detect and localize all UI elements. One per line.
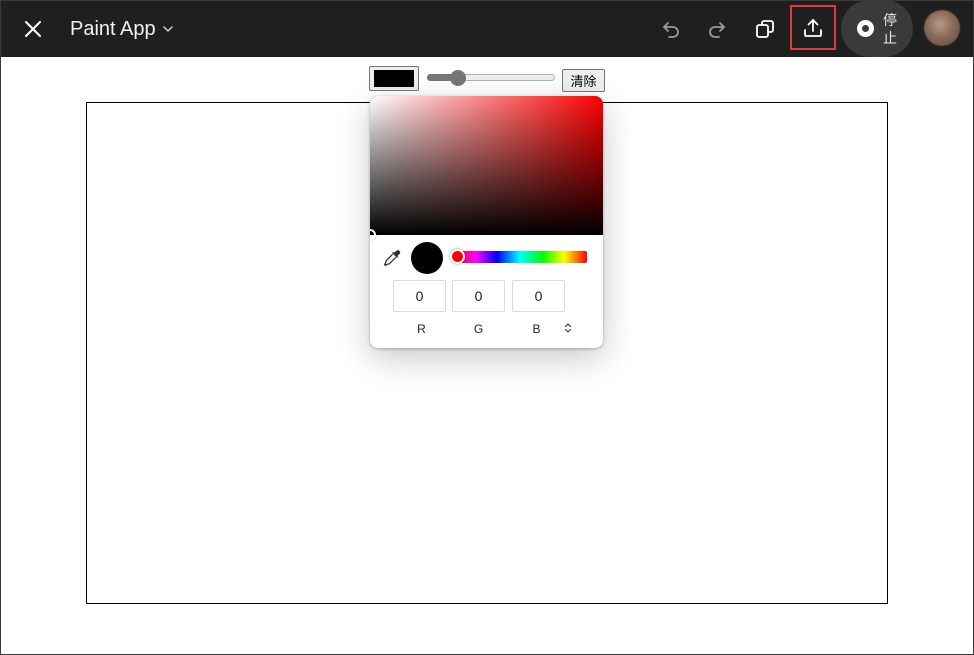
share-button[interactable] bbox=[790, 5, 836, 50]
green-input[interactable] bbox=[452, 280, 505, 312]
hue-slider-thumb[interactable] bbox=[450, 249, 465, 264]
blue-label: B bbox=[532, 322, 541, 336]
clear-button[interactable]: 清除 bbox=[562, 69, 605, 92]
chevron-down-icon bbox=[162, 26, 173, 32]
stop-recording-button[interactable]: 停止 bbox=[841, 0, 913, 57]
eyedropper-icon bbox=[383, 250, 401, 267]
red-label: R bbox=[417, 322, 426, 336]
share-icon bbox=[804, 18, 822, 37]
avatar[interactable] bbox=[924, 10, 960, 46]
saturation-handle[interactable] bbox=[370, 229, 376, 241]
redo-button[interactable] bbox=[700, 12, 734, 46]
up-down-chevron-icon bbox=[564, 323, 572, 333]
color-mode-toggle[interactable] bbox=[562, 321, 574, 335]
undo-icon bbox=[663, 22, 679, 38]
slider-thumb[interactable] bbox=[450, 70, 466, 86]
copy-icon bbox=[756, 20, 774, 38]
app-title-dropdown[interactable]: Paint App bbox=[70, 16, 174, 42]
redo-icon bbox=[709, 22, 725, 38]
selected-color-preview bbox=[411, 242, 443, 274]
hue-slider[interactable] bbox=[453, 251, 587, 263]
saturation-value-area[interactable] bbox=[370, 96, 603, 241]
app-title: Paint App bbox=[70, 17, 156, 40]
red-input[interactable] bbox=[393, 280, 446, 312]
color-picker-button[interactable] bbox=[369, 66, 419, 91]
app-header-bar: Paint App 停止 bbox=[0, 0, 974, 57]
close-button[interactable] bbox=[19, 15, 47, 43]
green-label: G bbox=[473, 322, 484, 336]
close-icon bbox=[25, 21, 41, 37]
stop-record-icon bbox=[857, 20, 874, 37]
blue-input[interactable] bbox=[512, 280, 565, 312]
brush-size-slider[interactable] bbox=[427, 70, 555, 86]
color-picker-popup: R G B bbox=[370, 96, 603, 348]
eyedropper-button[interactable] bbox=[382, 248, 402, 268]
copy-button[interactable] bbox=[748, 12, 782, 46]
undo-button[interactable] bbox=[654, 12, 688, 46]
stop-label: 停止 bbox=[883, 11, 897, 46]
current-color-swatch bbox=[374, 70, 414, 87]
